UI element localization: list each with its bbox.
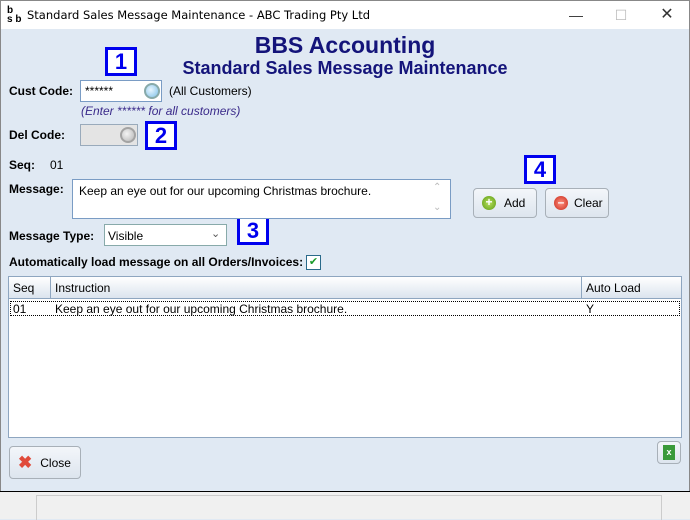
clear-button[interactable]: – Clear: [545, 188, 609, 218]
messages-table[interactable]: Seq Instruction Auto Load 01 Keep an eye…: [8, 276, 682, 438]
plus-icon: +: [482, 196, 496, 210]
callout-1: 1: [105, 47, 137, 76]
cust-code-input[interactable]: ******: [80, 80, 162, 102]
app-logo-icon: bs b: [7, 5, 22, 25]
status-panel: [36, 495, 662, 520]
minimize-button[interactable]: —: [566, 5, 586, 25]
message-label: Message:: [9, 182, 64, 196]
del-code-input[interactable]: [80, 124, 138, 146]
close-x-icon: ✖: [18, 452, 33, 472]
seq-value: 01: [50, 158, 64, 172]
callout-4: 4: [524, 155, 556, 184]
message-type-select[interactable]: Visible ⌄: [104, 224, 227, 246]
column-header-instruction[interactable]: Instruction: [51, 277, 582, 299]
callout-3: 3: [237, 216, 269, 245]
close-label: Close: [40, 455, 71, 470]
cust-code-value: ******: [85, 84, 114, 98]
auto-load-checkbox[interactable]: ✔: [306, 255, 321, 270]
search-icon[interactable]: [120, 127, 136, 143]
chevron-down-icon: ⌄: [211, 228, 221, 240]
clear-label: Clear: [574, 196, 603, 210]
column-header-auto-load[interactable]: Auto Load: [582, 277, 681, 299]
scroll-up-icon[interactable]: ⌃: [433, 182, 441, 193]
cust-code-description: (All Customers): [169, 84, 252, 98]
column-header-seq[interactable]: Seq: [9, 277, 51, 299]
cust-code-hint: (Enter ****** for all customers): [81, 104, 241, 118]
seq-label: Seq:: [9, 158, 36, 172]
cell-auto-load: Y: [586, 302, 595, 316]
message-type-label: Message Type:: [9, 229, 95, 243]
excel-icon: x: [663, 445, 675, 460]
minus-icon: –: [554, 196, 568, 210]
table-row[interactable]: 01 Keep an eye out for our upcoming Chri…: [10, 301, 680, 316]
export-excel-button[interactable]: x: [657, 441, 681, 464]
del-code-label: Del Code:: [9, 128, 66, 142]
cust-code-label: Cust Code:: [9, 84, 73, 98]
cell-seq: 01: [13, 302, 27, 316]
add-label: Add: [504, 196, 526, 210]
title-bar: bs b Standard Sales Message Maintenance …: [0, 0, 690, 29]
scroll-down-icon[interactable]: ⌄: [433, 202, 441, 213]
message-value: Keep an eye out for our upcoming Christm…: [79, 184, 372, 198]
close-window-button[interactable]: ✕: [657, 5, 677, 25]
window-title: Standard Sales Message Maintenance - ABC…: [27, 8, 371, 22]
maximize-button[interactable]: ☐: [611, 5, 631, 25]
cell-instruction: Keep an eye out for our upcoming Christm…: [55, 302, 348, 316]
page-subtitle: Standard Sales Message Maintenance: [182, 58, 508, 78]
add-button[interactable]: + Add: [473, 188, 537, 218]
auto-load-label: Automatically load message on all Orders…: [9, 255, 304, 269]
message-input[interactable]: Keep an eye out for our upcoming Christm…: [72, 179, 451, 219]
callout-2: 2: [145, 121, 177, 150]
search-icon[interactable]: [144, 83, 160, 99]
check-icon: ✔: [308, 256, 319, 268]
close-button[interactable]: ✖ Close: [9, 446, 81, 479]
message-type-value: Visible: [108, 229, 144, 243]
status-bar: [0, 491, 690, 520]
page-title: BBS Accounting: [254, 32, 436, 58]
